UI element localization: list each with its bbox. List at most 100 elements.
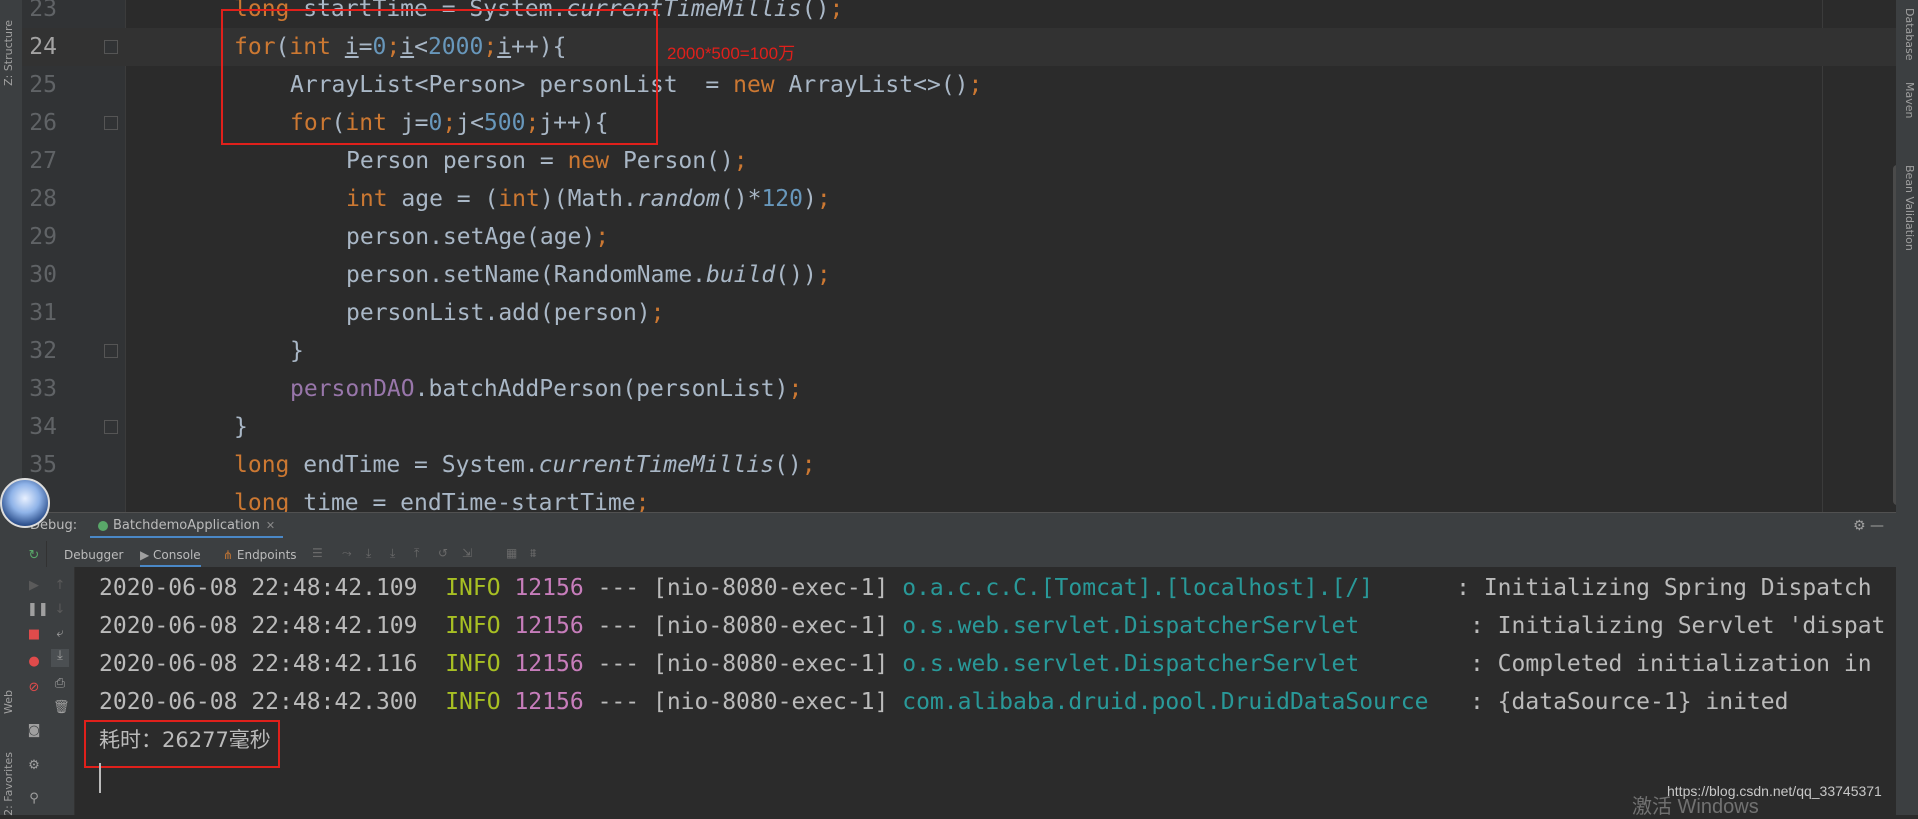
mute-breakpoints-icon[interactable]: ⊘: [27, 681, 41, 695]
avatar: [0, 478, 50, 528]
line-number: 23: [29, 0, 57, 22]
log-separator: ---: [597, 689, 640, 715]
log-timestamp: 2020-06-08 22:48:42.109: [99, 613, 418, 639]
tab-console-label: Console: [153, 548, 201, 562]
view-breakpoints-icon[interactable]: ●: [27, 655, 41, 669]
console-icon: ▶: [140, 548, 154, 562]
left-tool-strip: Z: Structure Web 2: Favorites: [0, 0, 23, 816]
log-pid: 12156: [514, 651, 584, 677]
log-logger[interactable]: o.s.web.servlet.DispatcherServlet: [902, 613, 1456, 639]
log-pid: 12156: [514, 575, 584, 601]
minimize-icon[interactable]: —: [1870, 518, 1884, 534]
structure-tab[interactable]: Z: Structure: [2, 20, 20, 86]
console-log-line: 2020-06-08 22:48:42.300 INFO 12156 --- […: [99, 683, 1788, 721]
blog-watermark: https://blog.csdn.net/qq_33745371: [1667, 783, 1882, 799]
log-thread: [nio-8080-exec-1]: [652, 575, 889, 601]
pin-icon[interactable]: ⚲: [27, 792, 41, 806]
up-arrow-icon[interactable]: ↑: [53, 579, 67, 593]
spring-leaf-icon: [98, 520, 108, 531]
console-log-line: 2020-06-08 22:48:42.109 INFO 12156 --- […: [99, 607, 1885, 645]
code-line: long time = endTime-startTime;: [22, 484, 1896, 512]
log-level: INFO: [445, 689, 501, 715]
menu-icon[interactable]: ☰: [312, 547, 324, 559]
log-thread: [nio-8080-exec-1]: [652, 651, 889, 677]
elapsed-highlight-box: [84, 720, 280, 768]
tab-endpoints[interactable]: ⋔ Endpoints: [223, 545, 297, 565]
code-line: 34 }: [22, 408, 1896, 446]
code-text: person.setName(RandomName.build());: [346, 262, 831, 288]
resume-icon[interactable]: ▶: [27, 579, 41, 593]
maven-tab[interactable]: Maven: [1898, 82, 1916, 118]
line-number: 32: [29, 338, 57, 364]
step-over-icon[interactable]: ⤓: [366, 547, 378, 559]
log-message: : Initializing Servlet 'dispat: [1469, 613, 1886, 639]
camera-icon[interactable]: ◙: [27, 724, 41, 738]
code-text: personDAO.batchAddPerson(personList);: [290, 376, 803, 402]
line-number: 34: [29, 414, 57, 440]
step-into-icon[interactable]: ⤓: [390, 547, 402, 559]
debug-settings-controls[interactable]: ⚙ —: [1853, 518, 1884, 534]
code-text: long time = endTime-startTime;: [234, 490, 650, 512]
step-out-icon[interactable]: ⤒: [414, 547, 426, 559]
log-logger[interactable]: o.a.c.c.C.[Tomcat].[localhost].[/]: [902, 575, 1442, 601]
log-level: INFO: [445, 651, 501, 677]
web-tab[interactable]: Web: [2, 690, 20, 714]
fold-marker-icon[interactable]: [104, 344, 118, 358]
gear-icon[interactable]: ⚙: [1853, 518, 1866, 534]
line-number: 30: [29, 262, 57, 288]
stop-icon[interactable]: ■: [27, 628, 41, 642]
console-output[interactable]: 2020-06-08 22:48:42.109 INFO 12156 --- […: [75, 567, 1896, 815]
code-text: long endTime = System.currentTimeMillis(…: [234, 452, 816, 478]
fold-marker-icon[interactable]: [104, 40, 118, 54]
log-logger[interactable]: com.alibaba.druid.pool.DruidDataSource: [902, 689, 1456, 715]
code-line: 28 int age = (int)(Math.random()*120);: [22, 180, 1896, 218]
loop-highlight-box: [221, 9, 658, 145]
log-level: INFO: [445, 613, 501, 639]
fold-marker-icon[interactable]: [104, 116, 118, 130]
log-pid: 12156: [514, 689, 584, 715]
drop-frame-icon[interactable]: ↺: [438, 547, 450, 559]
debug-tabs-bar: Debugger ▶ Console ⋔ Endpoints ☰ ⤳ ⤓ ⤓ ⤒…: [22, 541, 1896, 568]
line-number: 27: [29, 148, 57, 174]
session-name: BatchdemoApplication: [113, 518, 260, 533]
log-message: : Completed initialization in: [1469, 651, 1872, 677]
editor-scrollbar[interactable]: [1893, 165, 1896, 505]
debug-session-tab[interactable]: BatchdemoApplication ✕: [90, 516, 284, 538]
database-tab[interactable]: Database: [1898, 8, 1916, 61]
bean-validation-tab[interactable]: Bean Validation: [1898, 165, 1916, 251]
tab-debugger[interactable]: Debugger: [64, 545, 123, 565]
console-log-line: 2020-06-08 22:48:42.116 INFO 12156 --- […: [99, 645, 1872, 683]
clear-all-icon[interactable]: 🗑: [53, 701, 70, 715]
code-text: }: [234, 414, 248, 440]
code-line: 35 long endTime = System.currentTimeMill…: [22, 446, 1896, 484]
log-logger[interactable]: o.s.web.servlet.DispatcherServlet: [902, 651, 1456, 677]
pause-icon[interactable]: ❚❚: [27, 603, 49, 617]
log-message: : {dataSource-1} inited: [1469, 689, 1789, 715]
print-icon[interactable]: ⎙: [53, 677, 67, 691]
rerun-icon[interactable]: ↻: [27, 549, 41, 563]
code-line: 30 person.setName(RandomName.build());: [22, 256, 1896, 294]
log-message: : Initializing Spring Dispatch: [1456, 575, 1872, 601]
favorites-tab[interactable]: 2: Favorites: [2, 752, 20, 816]
code-editor[interactable]: 23 long startTime = System.currentTimeMi…: [22, 0, 1896, 512]
code-text: }: [290, 338, 304, 364]
log-separator: ---: [597, 651, 640, 677]
tab-console[interactable]: ▶ Console: [140, 545, 201, 568]
down-arrow-icon[interactable]: ↓: [53, 603, 67, 617]
show-execution-point-icon[interactable]: ⤳: [342, 547, 354, 559]
fold-marker-icon[interactable]: [104, 420, 118, 434]
scroll-to-end-icon[interactable]: ⤓: [51, 649, 69, 667]
code-line: 31 personList.add(person);: [22, 294, 1896, 332]
code-line: 32 }: [22, 332, 1896, 370]
code-text: personList.add(person);: [346, 300, 665, 326]
run-to-cursor-icon[interactable]: ⇲: [462, 547, 474, 559]
soft-wrap-icon[interactable]: ⤶: [53, 627, 67, 641]
settings-icon[interactable]: ⚙: [27, 759, 41, 773]
log-pid: 12156: [514, 613, 584, 639]
trace-icon[interactable]: ⩩: [530, 547, 542, 559]
code-line: 27 Person person = new Person();: [22, 142, 1896, 180]
close-icon[interactable]: ✕: [266, 519, 275, 532]
evaluate-icon[interactable]: ▦: [506, 547, 518, 559]
log-thread: [nio-8080-exec-1]: [652, 613, 889, 639]
debug-titlebar: Debug: BatchdemoApplication ✕ ⚙ —: [22, 512, 1896, 542]
